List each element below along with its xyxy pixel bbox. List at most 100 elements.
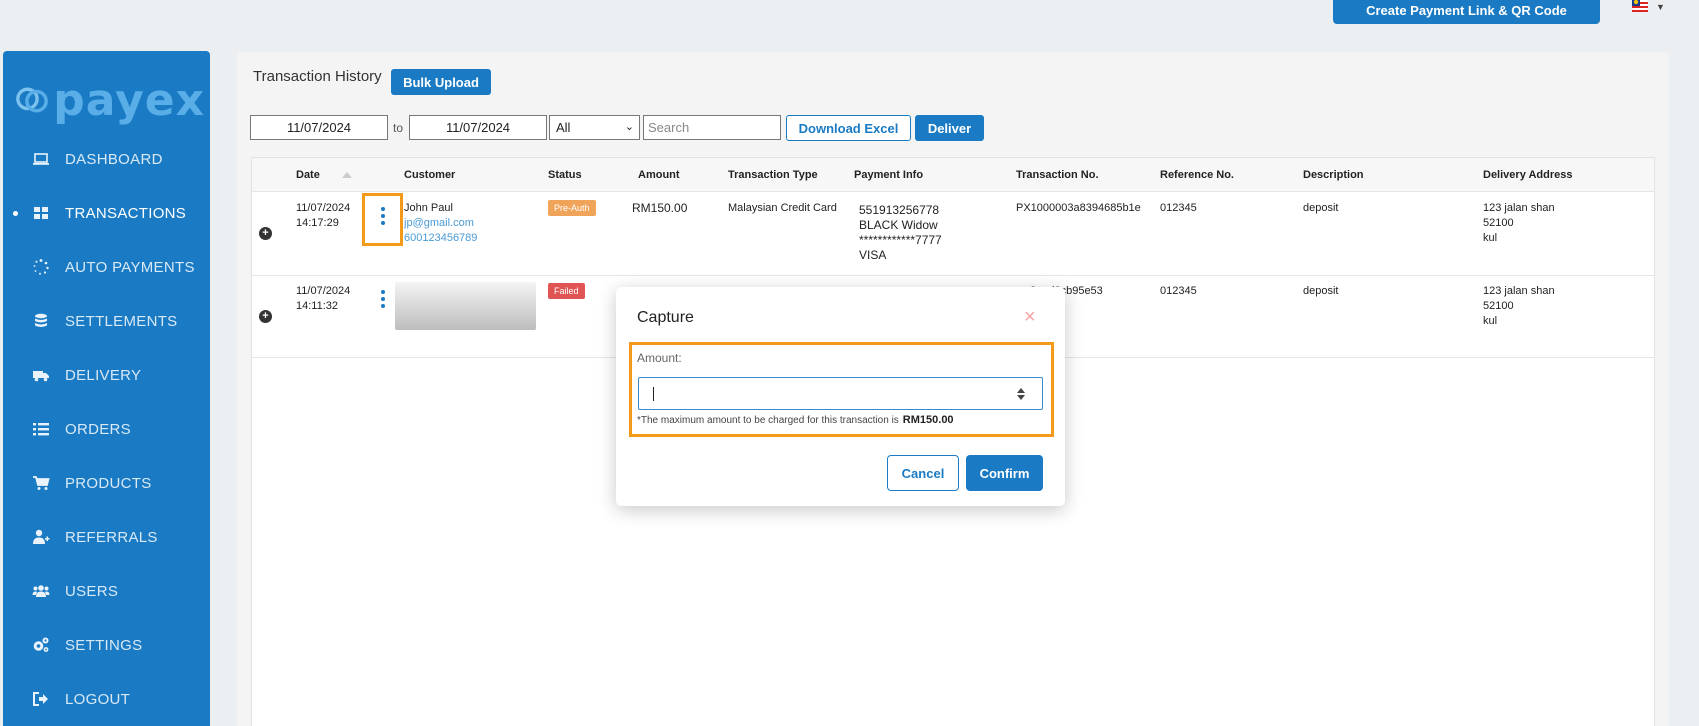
sidebar-item-label: LOGOUT <box>65 690 131 708</box>
cart-icon <box>30 473 52 493</box>
text-cursor <box>653 387 654 401</box>
address-line: kul <box>1483 232 1498 244</box>
customer-name: John Paul <box>404 202 453 214</box>
download-excel-button[interactable]: Download Excel <box>786 115 911 141</box>
sidebar-item-settings[interactable]: SETTINGS <box>3 618 210 672</box>
language-caret-icon[interactable]: ▼ <box>1656 2 1665 12</box>
row-description: deposit <box>1303 202 1339 214</box>
create-payment-link-button[interactable]: Create Payment Link & QR Code <box>1333 0 1600 24</box>
sidebar-item-orders[interactable]: ORDERS <box>3 402 210 456</box>
sidebar-item-settlements[interactable]: SETTLEMENTS <box>3 294 210 348</box>
row-time: 14:11:32 <box>296 300 339 312</box>
table-header: Date Customer Status Amount Transaction … <box>252 158 1654 192</box>
customer-email-link[interactable]: jp@gmail.com <box>404 216 474 231</box>
sidebar-item-products[interactable]: PRODUCTS <box>3 456 210 510</box>
redacted-customer-block <box>395 282 536 330</box>
row-date: 11/07/2024 <box>296 285 351 297</box>
expand-row-icon[interactable]: + <box>259 227 272 240</box>
address-line: 123 jalan shan <box>1483 202 1555 214</box>
language-flag-icon[interactable] <box>1632 0 1648 12</box>
close-icon[interactable]: × <box>1024 307 1036 327</box>
row-reference-no: 012345 <box>1160 285 1197 297</box>
laptop-icon <box>30 149 52 169</box>
column-header-payment-info: Payment Info <box>854 169 924 181</box>
payment-info-line: VISA <box>859 248 887 262</box>
row-transaction-type: Malaysian Credit Card <box>728 202 837 214</box>
row-transaction-no: PX1000003a8394685b1e <box>1016 202 1141 214</box>
sidebar-item-label: DELIVERY <box>65 366 142 384</box>
sidebar-item-dashboard[interactable]: DASHBOARD <box>3 132 210 186</box>
sidebar-item-label: SETTINGS <box>65 636 143 654</box>
sidebar-item-label: TRANSACTIONS <box>65 204 187 222</box>
confirm-button[interactable]: Confirm <box>966 455 1043 491</box>
status-badge: Pre-Auth <box>548 200 596 216</box>
customer-phone-link[interactable]: 600123456789 <box>404 231 477 246</box>
sign-out-icon <box>30 689 52 709</box>
row-actions-kebab-icon[interactable] <box>379 207 387 233</box>
capture-modal: Capture × Amount: *The maximum amount to… <box>616 287 1065 506</box>
payment-info-line: ************7777 <box>859 233 942 247</box>
row-actions-kebab-icon[interactable] <box>379 290 387 316</box>
row-amount: RM150.00 <box>632 201 688 215</box>
sidebar-item-label: USERS <box>65 582 119 600</box>
row-reference-no: 012345 <box>1160 202 1197 214</box>
number-spinner-icon[interactable] <box>1017 388 1025 400</box>
active-indicator-dot <box>13 211 18 216</box>
column-header-customer: Customer <box>404 169 456 181</box>
deliver-button[interactable]: Deliver <box>915 115 984 141</box>
address-line: 123 jalan shan <box>1483 285 1555 297</box>
sidebar-item-transactions[interactable]: TRANSACTIONS <box>3 186 210 240</box>
amount-input[interactable] <box>638 377 1043 410</box>
column-header-transaction-type: Transaction Type <box>728 169 818 181</box>
max-amount-note-text: *The maximum amount to be charged for th… <box>637 415 899 426</box>
database-icon <box>30 311 52 331</box>
sidebar-item-referrals[interactable]: REFERRALS <box>3 510 210 564</box>
column-header-date[interactable]: Date <box>296 169 320 181</box>
address-line: 52100 <box>1483 300 1514 312</box>
column-header-transaction-no: Transaction No. <box>1016 169 1099 181</box>
list-icon <box>30 419 52 439</box>
payment-info-line: 551913256778 <box>859 203 940 217</box>
brand-name: payex <box>53 74 205 126</box>
sidebar-item-delivery[interactable]: DELIVERY <box>3 348 210 402</box>
max-amount-value: RM150.00 <box>902 414 954 426</box>
bulk-upload-button[interactable]: Bulk Upload <box>391 69 491 95</box>
status-filter-value: All <box>556 120 571 135</box>
date-to-input[interactable]: 11/07/2024 <box>409 115 547 140</box>
sidebar-item-users[interactable]: USERS <box>3 564 210 618</box>
cancel-button[interactable]: Cancel <box>887 455 959 491</box>
row-description: deposit <box>1303 285 1339 297</box>
amount-label: Amount: <box>637 351 682 365</box>
user-plus-icon <box>30 527 52 547</box>
column-header-delivery-address: Delivery Address <box>1483 169 1573 181</box>
truck-icon <box>30 365 52 385</box>
page-title: Transaction History <box>253 68 382 85</box>
payment-info-line: BLACK Widow <box>859 218 938 232</box>
sidebar-item-label: AUTO PAYMENTS <box>65 258 195 276</box>
payex-logo-mark-icon <box>16 87 48 113</box>
grid-icon <box>30 203 52 223</box>
payex-logo[interactable]: payex <box>15 65 205 135</box>
date-from-input[interactable]: 11/07/2024 <box>250 115 388 140</box>
address-line: kul <box>1483 315 1498 327</box>
search-input[interactable]: Search <box>643 115 781 140</box>
column-header-description: Description <box>1303 169 1364 181</box>
modal-title: Capture <box>637 309 694 326</box>
status-badge: Failed <box>548 283 585 299</box>
cogs-icon <box>30 635 52 655</box>
table-row[interactable]: + 11/07/2024 14:17:29 John Paul jp@gmail… <box>252 192 1654 276</box>
sidebar-item-logout[interactable]: LOGOUT <box>3 672 210 726</box>
max-amount-note: *The maximum amount to be charged for th… <box>637 414 954 426</box>
address-line: 52100 <box>1483 217 1514 229</box>
sidebar-item-label: REFERRALS <box>65 528 158 546</box>
sidebar-item-label: ORDERS <box>65 420 131 438</box>
sidebar-item-label: PRODUCTS <box>65 474 152 492</box>
sidebar-item-label: DASHBOARD <box>65 150 163 168</box>
sidebar: payex DASHBOARD TRANSACTIONS AUTO PAYMEN… <box>3 51 210 726</box>
column-header-amount: Amount <box>638 169 680 181</box>
date-range-to-label: to <box>393 121 404 135</box>
status-filter-select[interactable]: All ⌄ <box>549 115 640 140</box>
sort-ascending-icon[interactable] <box>342 172 352 178</box>
expand-row-icon[interactable]: + <box>259 310 272 323</box>
sidebar-item-auto-payments[interactable]: AUTO PAYMENTS <box>3 240 210 294</box>
